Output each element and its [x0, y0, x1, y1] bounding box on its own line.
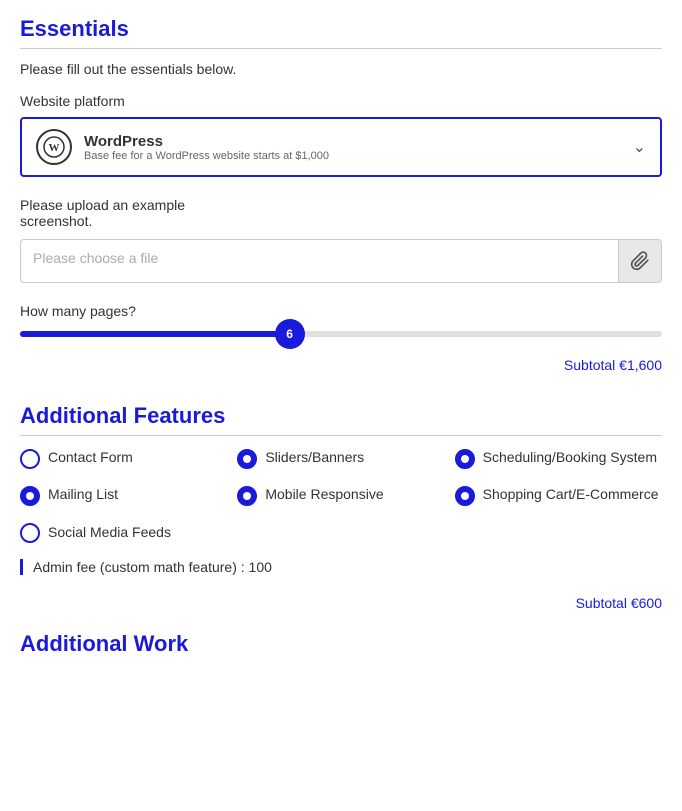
file-attach-button[interactable] [618, 239, 662, 283]
svg-text:W: W [49, 142, 60, 154]
social-media-row[interactable]: Social Media Feeds [20, 522, 662, 543]
admin-fee-box: Admin fee (custom math feature) : 100 [20, 559, 662, 575]
slider-fill [20, 331, 290, 337]
feature-radio-1[interactable] [237, 449, 257, 469]
feature-radio-4[interactable] [237, 486, 257, 506]
features-grid: Contact Form Sliders/Banners Scheduling/Bo… [20, 448, 662, 506]
feature-item-3[interactable]: Mailing List [20, 485, 227, 506]
file-input[interactable]: Please choose a file [20, 239, 618, 283]
feature-label-3: Mailing List [48, 485, 118, 505]
chevron-down-icon: ⌄ [633, 137, 646, 157]
platform-description: Base fee for a WordPress website starts … [84, 150, 329, 162]
feature-label-4: Mobile Responsive [265, 485, 383, 505]
platform-label: Website platform [20, 93, 662, 109]
feature-label-1: Sliders/Banners [265, 448, 364, 468]
platform-left: W WordPress Base fee for a WordPress web… [36, 129, 329, 165]
slider-thumb[interactable]: 6 [275, 319, 305, 349]
feature-radio-2[interactable] [455, 449, 475, 469]
pages-slider[interactable]: 6 [20, 331, 662, 337]
platform-info: WordPress Base fee for a WordPress websi… [84, 133, 329, 162]
feature-item-0[interactable]: Contact Form [20, 448, 227, 469]
feature-label-0: Contact Form [48, 448, 133, 468]
additional-work-title: Additional Work [20, 631, 662, 657]
feature-item-2[interactable]: Scheduling/Booking System [455, 448, 662, 469]
social-media-radio[interactable] [20, 523, 40, 543]
admin-fee-text: Admin fee (custom math feature) : 100 [33, 559, 272, 575]
essentials-subtitle: Please fill out the essentials below. [20, 61, 662, 77]
feature-item-5[interactable]: Shopping Cart/E-Commerce [455, 485, 662, 506]
pages-label: How many pages? [20, 303, 662, 319]
essentials-subtotal: Subtotal €1,600 [20, 357, 662, 373]
platform-name: WordPress [84, 133, 329, 150]
platform-dropdown[interactable]: W WordPress Base fee for a WordPress web… [20, 117, 662, 177]
feature-label-5: Shopping Cart/E-Commerce [483, 485, 659, 505]
upload-label: Please upload an example screenshot. [20, 197, 662, 229]
feature-label-2: Scheduling/Booking System [483, 448, 657, 468]
additional-features-subtotal: Subtotal €600 [20, 595, 662, 611]
wordpress-logo: W [36, 129, 72, 165]
essentials-title: Essentials [20, 16, 662, 42]
social-media-label: Social Media Feeds [48, 523, 171, 543]
feature-item-1[interactable]: Sliders/Banners [237, 448, 444, 469]
feature-radio-3[interactable] [20, 486, 40, 506]
file-upload-row: Please choose a file [20, 239, 662, 283]
feature-radio-0[interactable] [20, 449, 40, 469]
feature-radio-5[interactable] [455, 486, 475, 506]
additional-features-divider [20, 435, 662, 436]
essentials-divider [20, 48, 662, 49]
additional-features-title: Additional Features [20, 403, 662, 429]
feature-item-4[interactable]: Mobile Responsive [237, 485, 444, 506]
slider-track: 6 [20, 331, 662, 337]
